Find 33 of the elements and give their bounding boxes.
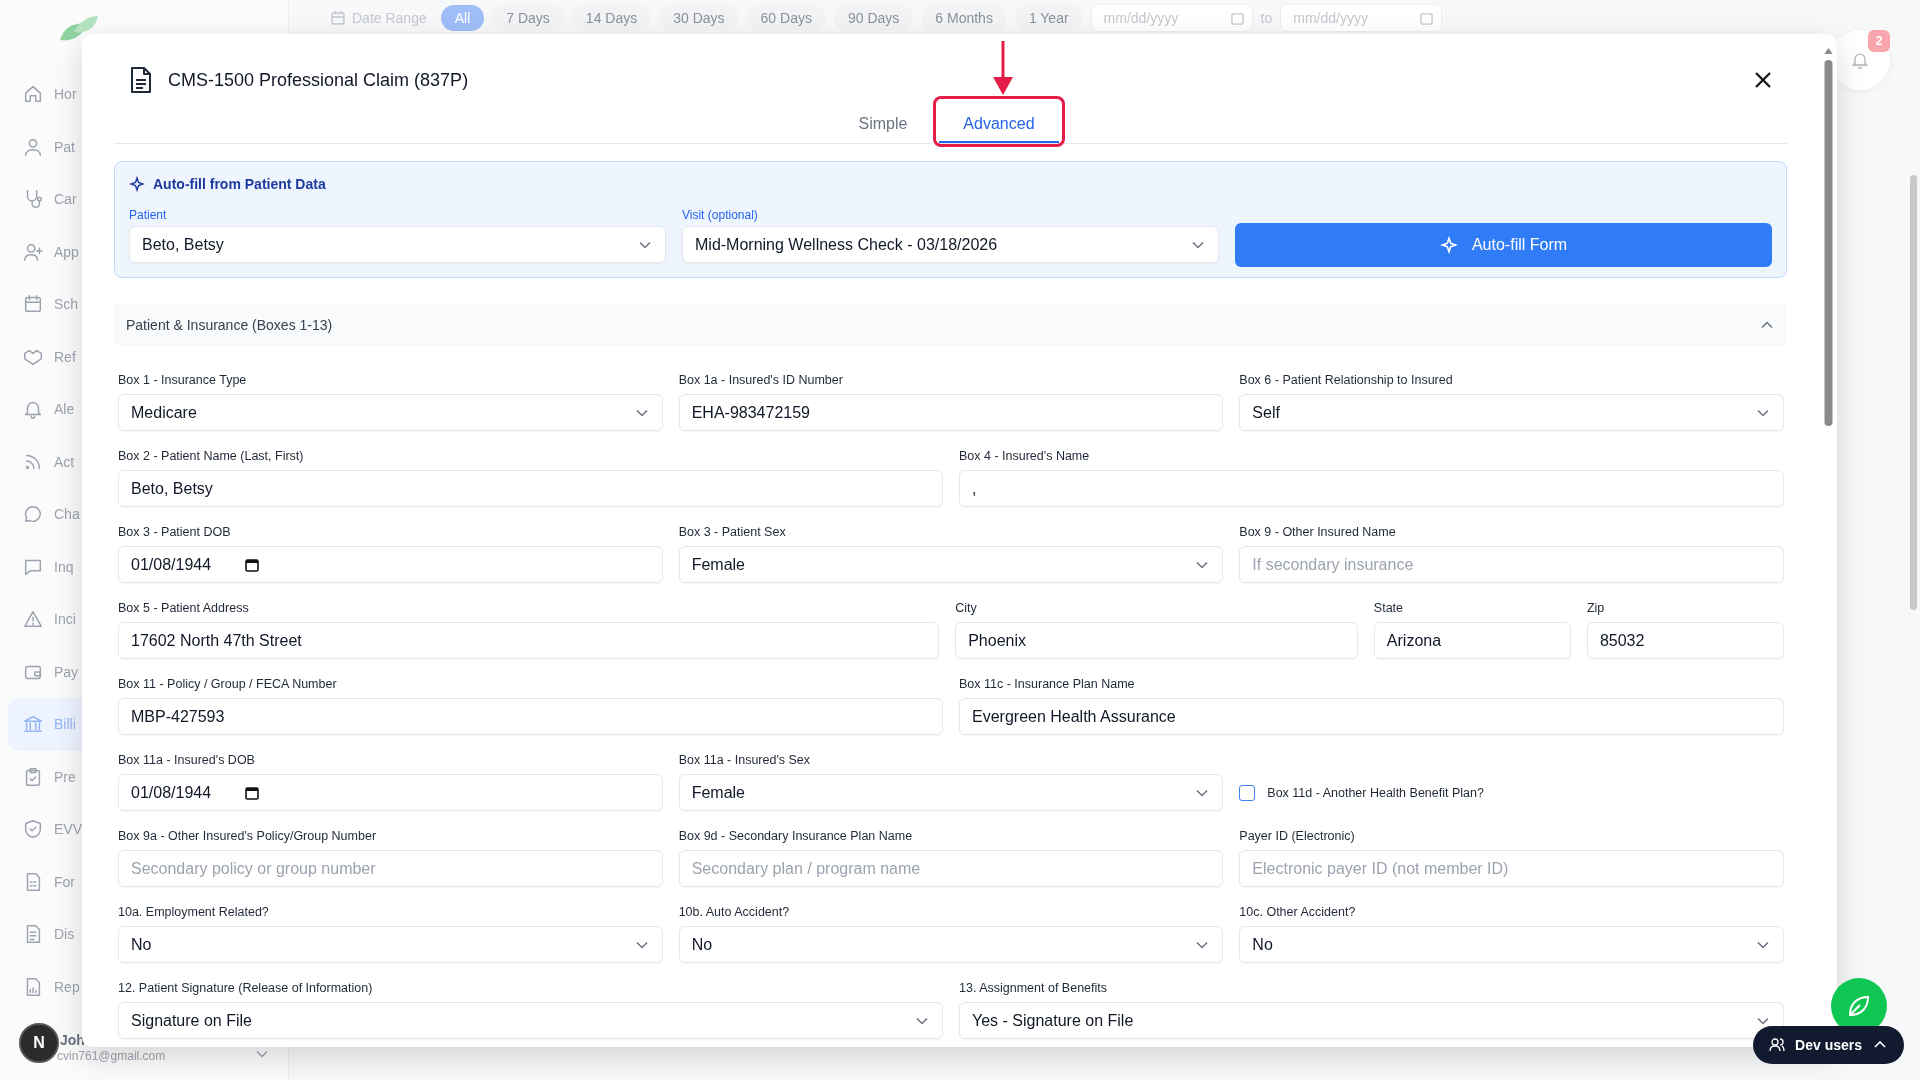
field-label: State: [1373, 601, 1404, 616]
dialog-title: CMS-1500 Professional Claim (837P): [168, 69, 469, 91]
checkbox-label: Box 11d - Another Health Benefit Plan?: [1267, 785, 1484, 800]
user-email: cvin761@gmail.com: [57, 1049, 166, 1063]
field-label: Visit (optional): [682, 208, 759, 222]
field-label: Box 9a - Other Insured's Policy/Group Number: [118, 829, 378, 844]
field-label: 10b. Auto Accident?: [678, 905, 791, 920]
notification-badge: 2: [1868, 30, 1890, 52]
field-label: Box 1a - Insured's ID Number: [678, 373, 844, 388]
field-label: Box 5 - Patient Address: [118, 601, 250, 616]
field-label: Box 3 - Patient Sex: [678, 525, 787, 540]
field-label: 10a. Employment Related?: [118, 905, 270, 920]
field-label: 10c. Other Accident?: [1239, 905, 1357, 920]
field-label: 13. Assignment of Benefits: [959, 981, 1108, 996]
field-label: Patient: [129, 208, 168, 222]
field-label: 12. Patient Signature (Release of Information): [118, 981, 374, 996]
field-label: Box 3 - Patient DOB: [118, 525, 232, 540]
field-label: Box 11 - Policy / Group / FECA Number: [118, 677, 338, 692]
field-label: Zip: [1586, 601, 1606, 616]
section-title: Patient & Insurance (Boxes 1-13): [126, 316, 333, 333]
user-name: Joh: [60, 1032, 85, 1048]
field-label: Box 2 - Patient Name (Last, First): [118, 449, 305, 464]
field-label: Box 4 - Insured's Name: [959, 449, 1091, 464]
panel-title: Auto-fill from Patient Data: [153, 176, 326, 192]
field-label: Box 11a - Insured's DOB: [118, 753, 256, 768]
field-label: Box 9d - Secondary Insurance Plan Name: [678, 829, 914, 844]
field-label: Box 11a - Insured's Sex: [678, 753, 812, 768]
field-label: City: [955, 601, 978, 616]
field-label: Box 11c - Insurance Plan Name: [959, 677, 1136, 692]
field-label: Payer ID (Electronic): [1239, 829, 1356, 844]
field-label: Box 6 - Patient Relationship to Insured: [1239, 373, 1454, 388]
field-label: Box 1 - Insurance Type: [118, 373, 248, 388]
field-label: Box 9 - Other Insured Name: [1239, 525, 1397, 540]
